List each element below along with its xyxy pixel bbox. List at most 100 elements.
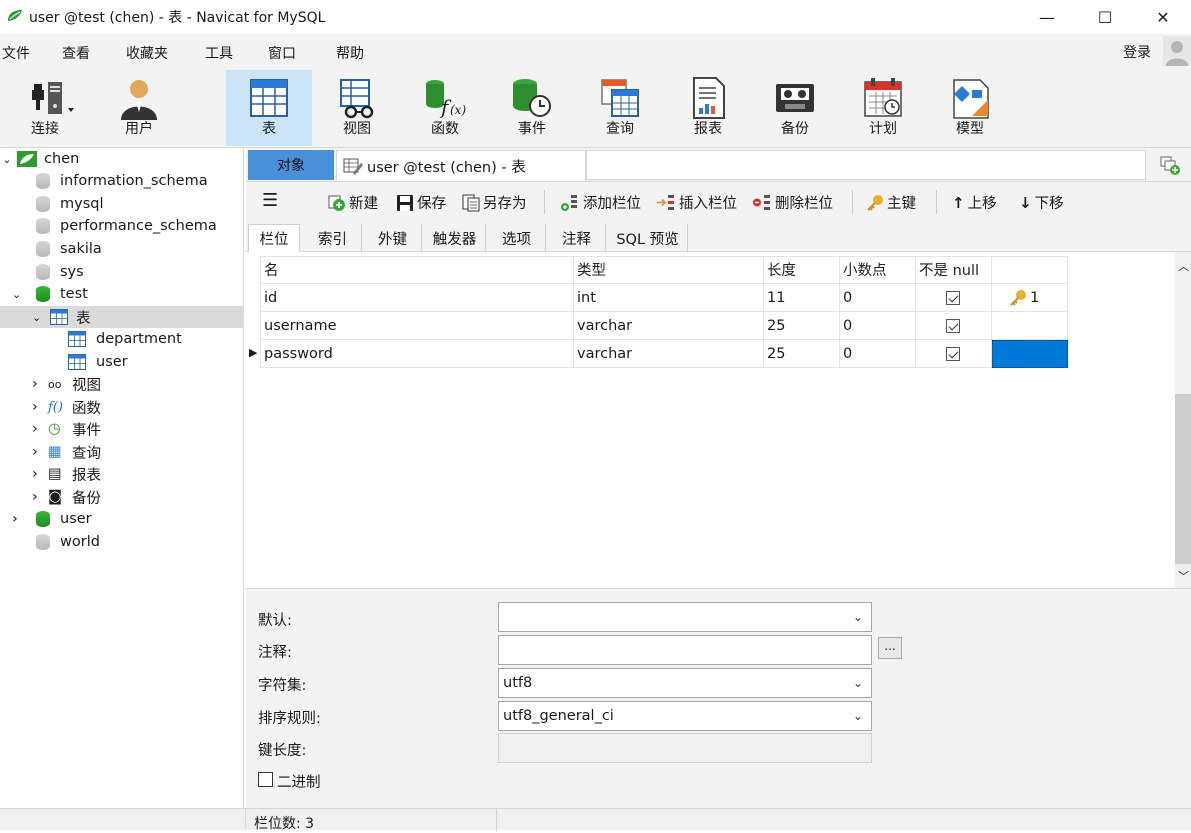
ribbon-query-button[interactable]: 查询	[577, 70, 663, 146]
cell-field-name[interactable]: id	[260, 284, 574, 312]
avatar[interactable]	[1163, 36, 1191, 66]
move-up-button[interactable]: ↑ 上移	[952, 192, 997, 213]
ribbon-user-button[interactable]: 用户	[96, 70, 182, 146]
insert-field-button[interactable]: 插入栏位	[656, 192, 737, 213]
column-header-key[interactable]	[992, 256, 1068, 284]
tree-db-information-schema[interactable]: information_schema	[36, 170, 208, 192]
delete-field-button[interactable]: 删除栏位	[752, 192, 833, 213]
cell-field-type[interactable]: varchar	[574, 340, 764, 368]
column-header-type[interactable]: 类型	[574, 256, 764, 284]
tree-backups-node[interactable]: › ◙ 备份	[32, 486, 101, 508]
subtab-sql-preview[interactable]: SQL 预览	[608, 224, 688, 252]
cell-not-null[interactable]	[916, 340, 992, 368]
save-button[interactable]: 保存	[396, 192, 446, 213]
tab-objects[interactable]: 对象	[248, 150, 334, 180]
maximize-button[interactable]: ☐	[1076, 0, 1134, 34]
subtab-options[interactable]: 选项	[488, 224, 546, 252]
hamburger-menu-icon[interactable]: ☰	[262, 190, 278, 211]
tree-db-user[interactable]: › user	[12, 508, 92, 530]
default-dropdown[interactable]: ⌄	[498, 602, 872, 632]
not-null-checkbox[interactable]	[946, 319, 960, 333]
cell-field-decimals[interactable]: 0	[840, 340, 916, 368]
not-null-checkbox[interactable]	[946, 291, 960, 305]
new-tab-icon[interactable]	[1160, 156, 1182, 176]
scroll-down-icon[interactable]: ﹀	[1178, 568, 1189, 584]
cell-not-null[interactable]	[916, 312, 992, 340]
tree-reports-node[interactable]: › ▤ 报表	[32, 463, 101, 485]
menu-favorites[interactable]: 收藏夹	[126, 43, 168, 63]
binary-checkbox[interactable]	[258, 772, 273, 787]
menu-file[interactable]: 文件	[2, 43, 30, 63]
cell-field-type[interactable]: int	[574, 284, 764, 312]
tree-queries-node[interactable]: › ▦ 查询	[32, 441, 101, 463]
ribbon-view-button[interactable]: 视图	[314, 70, 400, 146]
cell-key[interactable]	[992, 312, 1068, 340]
column-header-decimals[interactable]: 小数点	[840, 256, 916, 284]
cell-field-length[interactable]: 25	[764, 340, 840, 368]
minimize-button[interactable]: —	[1018, 0, 1076, 34]
ribbon-function-button[interactable]: f (x) 函数	[402, 70, 488, 146]
ribbon-model-button[interactable]: 模型	[927, 70, 1013, 146]
cell-field-decimals[interactable]: 0	[840, 312, 916, 340]
column-header-length[interactable]: 长度	[764, 256, 840, 284]
tree-db-sakila[interactable]: sakila	[36, 238, 102, 260]
ribbon-schedule-button[interactable]: 计划	[840, 70, 926, 146]
tree-functions-node[interactable]: › f() 函数	[32, 396, 101, 418]
add-field-button[interactable]: 添加栏位	[560, 192, 641, 213]
ribbon-connection-button[interactable]: 连接	[2, 70, 88, 146]
primary-key-button[interactable]: 主键	[866, 192, 916, 213]
tree-db-test[interactable]: ⌄ test	[12, 283, 88, 305]
cell-key-selected[interactable]	[992, 340, 1068, 368]
cell-field-length[interactable]: 11	[764, 284, 840, 312]
tree-connection-chen[interactable]: ⌄ chen	[0, 148, 79, 170]
subtab-comment[interactable]: 注释	[548, 224, 606, 252]
menu-window[interactable]: 窗口	[268, 43, 296, 63]
cell-key[interactable]: 1	[992, 284, 1068, 312]
tree-table-user[interactable]: user	[68, 351, 128, 373]
login-link[interactable]: 登录	[1123, 42, 1151, 62]
save-as-button[interactable]: 另存为	[462, 192, 527, 213]
tree-db-mysql[interactable]: mysql	[36, 193, 104, 215]
menu-view[interactable]: 查看	[62, 43, 90, 63]
cell-field-decimals[interactable]: 0	[840, 284, 916, 312]
ribbon-report-button[interactable]: 报表	[665, 70, 751, 146]
move-down-button[interactable]: ↓ 下移	[1019, 192, 1064, 213]
tree-table-department[interactable]: department	[68, 328, 182, 350]
cell-field-type[interactable]: varchar	[574, 312, 764, 340]
cell-not-null[interactable]	[916, 284, 992, 312]
close-button[interactable]: ✕	[1134, 0, 1191, 34]
cell-field-length[interactable]: 25	[764, 312, 840, 340]
ribbon-event-button[interactable]: 事件	[489, 70, 575, 146]
collation-dropdown[interactable]: utf8_general_ci ⌄	[498, 701, 872, 731]
subtab-foreign-keys[interactable]: 外键	[364, 224, 422, 252]
subtab-indexes[interactable]: 索引	[304, 224, 362, 252]
scrollbar-thumb[interactable]	[1175, 394, 1191, 564]
menu-help[interactable]: 帮助	[336, 43, 364, 63]
tree-db-sys[interactable]: sys	[36, 261, 84, 283]
charset-dropdown[interactable]: utf8 ⌄	[498, 668, 872, 698]
subtab-fields[interactable]: 栏位	[248, 224, 300, 252]
cell-field-name[interactable]: username	[260, 312, 574, 340]
tree-tables-node[interactable]: ⌄ 表	[32, 306, 91, 328]
tree-views-node[interactable]: › oo 视图	[32, 373, 101, 395]
tab-label: user @test (chen) - 表	[367, 159, 526, 176]
tree-label: department	[96, 331, 182, 347]
tree-events-node[interactable]: › ◷ 事件	[32, 418, 101, 440]
subtab-triggers[interactable]: 触发器	[424, 224, 486, 252]
comment-input[interactable]	[498, 635, 872, 665]
not-null-checkbox[interactable]	[946, 347, 960, 361]
new-button[interactable]: 新建	[328, 192, 378, 213]
tab-user-table-design[interactable]: user @test (chen) - 表	[336, 150, 586, 181]
charset-value: utf8	[503, 675, 533, 691]
column-header-name[interactable]: 名	[260, 256, 574, 284]
ribbon-table-button[interactable]: 表	[226, 70, 312, 146]
cell-field-name[interactable]: password	[260, 340, 574, 368]
comment-expand-button[interactable]: ...	[878, 637, 902, 659]
ribbon-backup-button[interactable]: 备份	[752, 70, 838, 146]
menu-tools[interactable]: 工具	[205, 43, 233, 63]
insert-field-icon	[657, 194, 674, 210]
tree-db-world[interactable]: world	[36, 531, 100, 553]
tree-db-performance-schema[interactable]: performance_schema	[36, 215, 217, 237]
scroll-up-icon[interactable]: ︿	[1178, 258, 1189, 274]
column-header-not-null[interactable]: 不是 null	[916, 256, 992, 284]
